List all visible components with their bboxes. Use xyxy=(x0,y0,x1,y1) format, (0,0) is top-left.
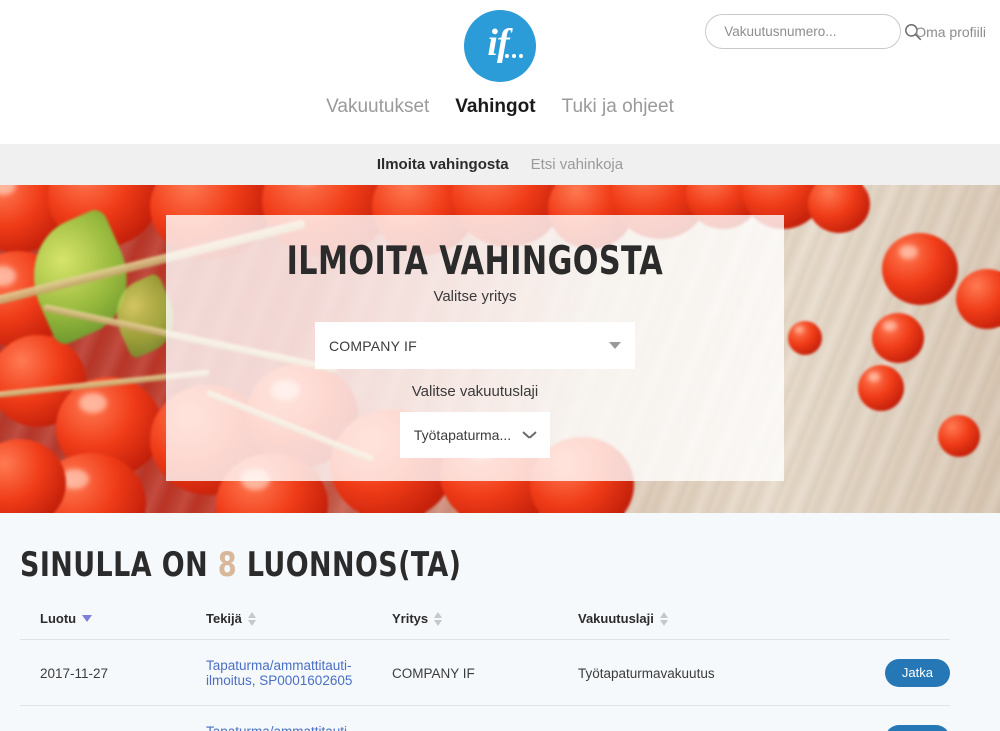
draft-link[interactable]: Tapaturma/ammattitauti-ilmoitus, SP00016… xyxy=(206,658,352,688)
sort-both-icon[interactable] xyxy=(659,611,668,626)
caret-down-icon xyxy=(609,342,621,349)
profile-link[interactable]: Oma profiili xyxy=(915,24,986,40)
sort-both-icon[interactable] xyxy=(434,611,443,626)
if-logo[interactable]: if xyxy=(464,10,536,82)
drafts-heading-suffix: LUONNOS(TA) xyxy=(246,545,462,585)
table-header-row: Luotu Tekijä Yritys Vakuutuslaji xyxy=(20,611,950,640)
col-header-action xyxy=(764,611,950,640)
continue-button[interactable]: Jatka xyxy=(884,725,950,731)
search-input[interactable] xyxy=(722,23,904,40)
cell-action: Jatka xyxy=(764,639,950,706)
col-header-tekija[interactable]: Tekijä xyxy=(206,611,392,640)
table-row: 2017-11-27 Tapaturma/ammattitauti-ilmoit… xyxy=(20,639,950,706)
main-nav: Vakuutukset Vahingot Tuki ja ohjeet xyxy=(326,96,674,118)
cell-insurance-type: Työtapaturmavakuutus xyxy=(578,639,764,706)
nav-item-vahingot[interactable]: Vahingot xyxy=(455,96,535,118)
cell-company: COMPANY IF xyxy=(392,705,578,731)
company-select[interactable]: COMPANY IF xyxy=(315,322,635,369)
drafts-heading: SINULLA ON 8 LUONNOS(TA) xyxy=(20,513,865,585)
hero-title: ILMOITA VAHINGOSTA xyxy=(286,239,664,284)
insurance-type-select[interactable]: Työtapaturma... xyxy=(400,412,550,458)
drafts-table-body: 2017-11-27 Tapaturma/ammattitauti-ilmoit… xyxy=(20,639,950,731)
col-header-luotu-label: Luotu xyxy=(40,611,77,626)
nav-item-tuki-ja-ohjeet[interactable]: Tuki ja ohjeet xyxy=(562,96,674,118)
cell-insurance-type: Työtapaturmavakuutus xyxy=(578,705,764,731)
col-header-vakuutuslaji[interactable]: Vakuutuslaji xyxy=(578,611,764,640)
company-select-label: Valitse yritys xyxy=(433,288,517,305)
logo-dots-icon xyxy=(504,53,523,58)
continue-button[interactable]: Jatka xyxy=(884,659,950,687)
col-header-yritys[interactable]: Yritys xyxy=(392,611,578,640)
site-header: Oma profiili if Vakuutukset Vahingot Tuk… xyxy=(0,0,1000,144)
col-header-luotu[interactable]: Luotu xyxy=(20,611,206,640)
drafts-heading-prefix: SINULLA ON xyxy=(20,545,209,585)
hero-form-panel: ILMOITA VAHINGOSTA Valitse yritys COMPAN… xyxy=(166,215,784,481)
subnav-item-ilmoita-vahingosta[interactable]: Ilmoita vahingosta xyxy=(377,156,509,173)
drafts-table: Luotu Tekijä Yritys Vakuutuslaji 2017-11… xyxy=(20,611,950,731)
subnav-item-etsi-vahinkoja[interactable]: Etsi vahinkoja xyxy=(531,156,624,173)
cell-maker: Tapaturma/ammattitauti-ilmoitus, SP00016… xyxy=(206,705,392,731)
hero-banner: ILMOITA VAHINGOSTA Valitse yritys COMPAN… xyxy=(0,185,1000,513)
cell-maker: Tapaturma/ammattitauti-ilmoitus, SP00016… xyxy=(206,639,392,706)
drafts-count: 8 xyxy=(217,545,238,585)
utility-row: Oma profiili xyxy=(705,14,986,49)
table-row: 2017-11-26 Tapaturma/ammattitauti-ilmoit… xyxy=(20,705,950,731)
sort-both-icon[interactable] xyxy=(247,611,256,626)
col-header-vakuutuslaji-label: Vakuutuslaji xyxy=(578,611,654,626)
col-header-tekija-label: Tekijä xyxy=(206,611,242,626)
nav-item-vakuutukset[interactable]: Vakuutukset xyxy=(326,96,429,118)
cell-action: Jatka xyxy=(764,705,950,731)
cell-created: 2017-11-26 xyxy=(20,705,206,731)
draft-link[interactable]: Tapaturma/ammattitauti-ilmoitus, SP00016… xyxy=(206,724,352,731)
drafts-table-head: Luotu Tekijä Yritys Vakuutuslaji xyxy=(20,611,950,640)
col-header-yritys-label: Yritys xyxy=(392,611,429,626)
insurance-select-value: Työtapaturma... xyxy=(413,427,512,443)
company-select-value: COMPANY IF xyxy=(329,337,417,354)
sort-desc-icon[interactable] xyxy=(82,615,93,622)
search-box[interactable] xyxy=(705,14,922,49)
chevron-down-icon xyxy=(523,431,536,439)
sub-nav: Ilmoita vahingosta Etsi vahinkoja xyxy=(0,144,1000,185)
insurance-select-label: Valitse vakuutuslaji xyxy=(411,383,539,400)
cell-created: 2017-11-27 xyxy=(20,639,206,706)
drafts-section: SINULLA ON 8 LUONNOS(TA) Luotu Tekijä Yr… xyxy=(0,513,1000,731)
cell-company: COMPANY IF xyxy=(392,639,578,706)
